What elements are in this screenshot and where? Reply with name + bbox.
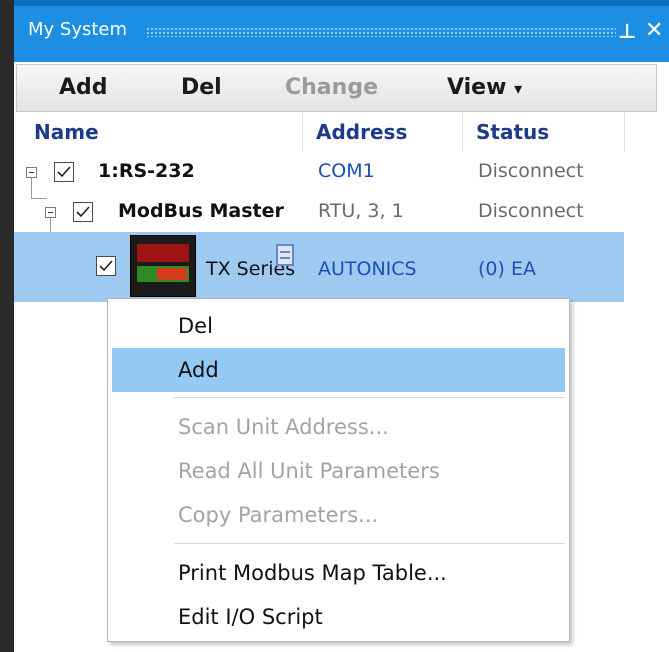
controller-device-icon (130, 235, 196, 297)
collapse-toggle-icon[interactable] (45, 207, 56, 218)
row-status: Disconnect (478, 200, 584, 222)
left-edge-strip (0, 0, 14, 652)
row-address: RTU, 3, 1 (318, 200, 404, 222)
menu-item-read-all-unit-parameters[interactable]: Read All Unit Parameters (112, 449, 565, 493)
checkbox-icon[interactable] (96, 256, 116, 276)
menu-item-label: Read All Unit Parameters (178, 459, 440, 483)
menu-item-label: Print Modbus Map Table... (178, 561, 447, 585)
menu-item-add[interactable]: Add (112, 348, 565, 392)
checkbox-icon[interactable] (54, 162, 74, 182)
row-status: (0) EA (478, 258, 536, 280)
row-address: AUTONICS (318, 258, 417, 280)
titlebar-grip[interactable] (146, 27, 616, 37)
close-icon[interactable]: ✕ (645, 18, 663, 43)
menu-separator (174, 543, 565, 544)
document-icon (276, 244, 294, 266)
panel-titlebar: My System ⊥ ✕ (14, 0, 669, 62)
column-headers: Name Address Status (14, 112, 669, 152)
row-name: 1:RS-232 (98, 160, 195, 182)
column-divider[interactable] (624, 112, 625, 152)
menu-item-del[interactable]: Del (112, 304, 565, 348)
menu-item-label: Del (178, 314, 213, 338)
tree-row-rs232[interactable]: 1:RS-232 COM1 Disconnect (14, 152, 624, 192)
pin-icon[interactable]: ⊥ (618, 19, 636, 43)
menu-item-copy-parameters[interactable]: Copy Parameters... (112, 493, 565, 537)
device-display-value (157, 268, 187, 280)
change-button[interactable]: Change (285, 75, 378, 100)
view-button[interactable]: View ▾ (447, 75, 522, 100)
column-header-status[interactable]: Status (476, 120, 549, 144)
menu-item-label: Scan Unit Address... (178, 415, 389, 439)
tree-row-tx-series[interactable]: TX Series AUTONICS (0) EA (14, 232, 624, 302)
row-name: ModBus Master (118, 200, 284, 222)
menu-item-label: Copy Parameters... (178, 503, 379, 527)
menu-item-edit-io-script[interactable]: Edit I/O Script (112, 595, 565, 639)
menu-item-label: Add (178, 358, 219, 382)
menu-separator (174, 397, 565, 398)
context-menu: Del Add Scan Unit Address... Read All Un… (107, 298, 570, 642)
row-address: COM1 (318, 160, 375, 182)
device-display-top (137, 244, 189, 262)
toolbar: Add Del Change View ▾ (16, 64, 657, 112)
del-button[interactable]: Del (181, 75, 222, 100)
checkbox-icon[interactable] (73, 202, 93, 222)
collapse-toggle-icon[interactable] (26, 167, 37, 178)
column-divider[interactable] (462, 112, 463, 152)
panel-title: My System (28, 19, 128, 40)
column-divider[interactable] (302, 112, 303, 152)
menu-item-scan-unit-address[interactable]: Scan Unit Address... (112, 405, 565, 449)
view-label: View (447, 75, 507, 100)
column-header-name[interactable]: Name (34, 120, 99, 144)
row-status: Disconnect (478, 160, 584, 182)
column-header-address[interactable]: Address (316, 120, 407, 144)
menu-item-label: Edit I/O Script (178, 605, 323, 629)
chevron-down-icon: ▾ (514, 79, 523, 98)
tree-row-modbus-master[interactable]: ModBus Master RTU, 3, 1 Disconnect (14, 192, 624, 232)
menu-item-print-modbus-map-table[interactable]: Print Modbus Map Table... (112, 551, 565, 595)
my-system-panel: My System ⊥ ✕ Add Del Change View ▾ Name… (14, 0, 669, 652)
add-button[interactable]: Add (59, 75, 108, 100)
